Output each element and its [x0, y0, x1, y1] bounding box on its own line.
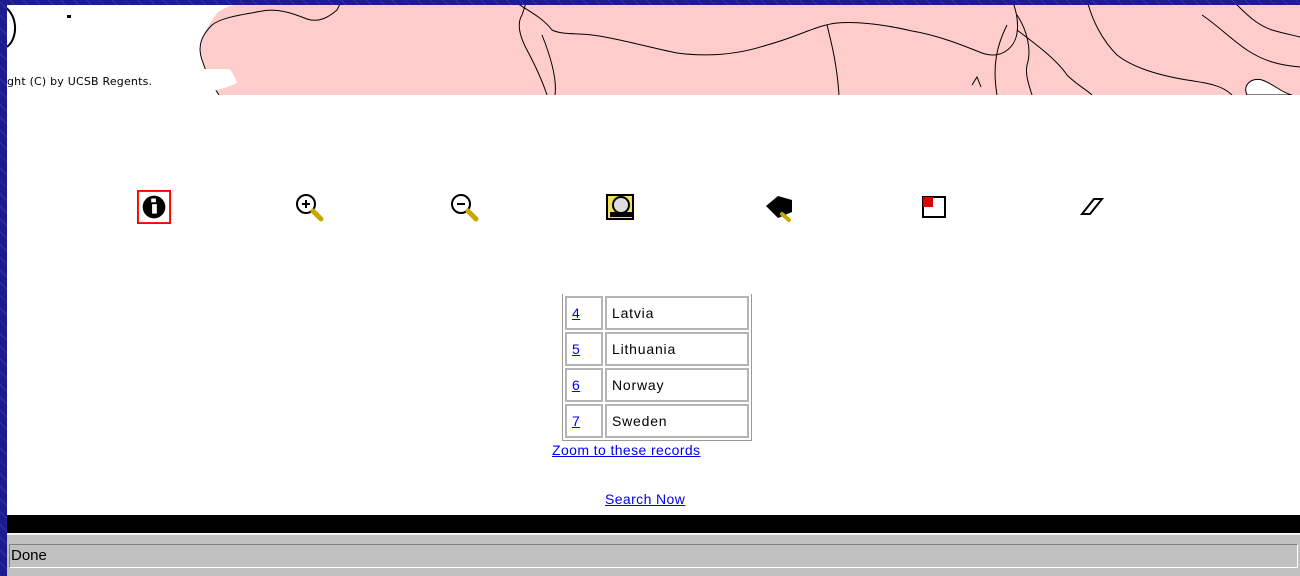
frame-divider — [7, 515, 1300, 533]
zoom-out-tool[interactable] — [447, 190, 481, 224]
zoom-in-icon — [296, 194, 324, 222]
record-name-cell: Latvia — [605, 296, 749, 330]
clear-tool[interactable] — [1074, 190, 1108, 224]
table-row: 6 Norway — [565, 368, 749, 402]
record-number-cell: 4 — [565, 296, 603, 330]
identify-tool[interactable] — [137, 190, 171, 224]
map-dot — [67, 15, 71, 18]
records-table: 4 Latvia 5 Lithuania 6 Norway 7 Sweden — [562, 294, 752, 441]
record-name-cell: Norway — [605, 368, 749, 402]
compass-arc — [7, 7, 16, 48]
table-row: 4 Latvia — [565, 296, 749, 330]
results-table: 4 Latvia 5 Lithuania 6 Norway 7 Sweden — [562, 294, 762, 441]
record-number-cell: 7 — [565, 404, 603, 438]
map-copyright: ght (C) by UCSB Regents. — [7, 75, 153, 88]
zoom-full-icon — [606, 194, 634, 220]
map-view[interactable]: ght (C) by UCSB Regents. — [7, 5, 1300, 95]
table-row: 5 Lithuania — [565, 332, 749, 366]
map-image[interactable] — [7, 5, 1300, 95]
select-box-icon — [922, 196, 946, 218]
pan-tool[interactable] — [762, 190, 796, 224]
eraser-icon — [1079, 198, 1105, 215]
record-number-link[interactable]: 4 — [572, 305, 580, 321]
record-name-cell: Sweden — [605, 404, 749, 438]
record-number-cell: 6 — [565, 368, 603, 402]
record-number-link[interactable]: 5 — [572, 341, 580, 357]
zoom-to-records-link[interactable]: Zoom to these records — [552, 442, 700, 458]
zoom-in-tool[interactable] — [292, 190, 326, 224]
record-name-cell: Lithuania — [605, 332, 749, 366]
map-toolbar — [7, 190, 1300, 230]
status-bar: Done — [7, 533, 1300, 576]
record-number-link[interactable]: 7 — [572, 413, 580, 429]
record-number-cell: 5 — [565, 332, 603, 366]
table-row: 7 Sweden — [565, 404, 749, 438]
browser-viewport: ght (C) by UCSB Regents. 4 Latvia 5 Lith… — [7, 5, 1300, 576]
status-text: Done — [9, 544, 1298, 568]
info-icon — [137, 190, 171, 224]
record-number-link[interactable]: 6 — [572, 377, 580, 393]
pan-icon — [766, 196, 792, 222]
full-extent-tool[interactable] — [604, 190, 638, 224]
select-tool[interactable] — [918, 190, 952, 224]
zoom-out-icon — [451, 194, 479, 222]
search-now-link[interactable]: Search Now — [605, 491, 685, 507]
